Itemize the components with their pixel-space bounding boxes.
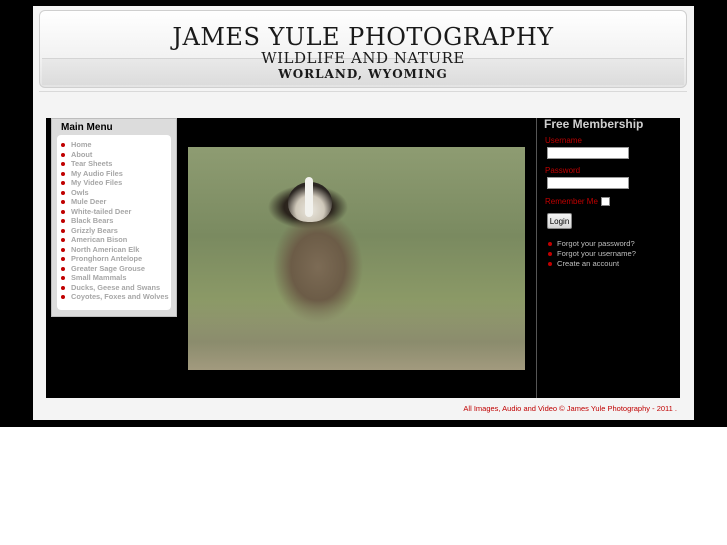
menu-item-label[interactable]: Grizzly Bears [71, 226, 118, 235]
site-location: WORLAND, WYOMING [278, 67, 448, 81]
menu-item-white-tailed-deer[interactable]: White-tailed Deer [57, 207, 169, 217]
menu-item-label[interactable]: My Audio Files [71, 169, 123, 178]
column-divider [536, 118, 537, 398]
bullet-icon [61, 257, 65, 261]
menu-item-tear-sheets[interactable]: Tear Sheets [57, 159, 169, 169]
bullet-icon [61, 295, 65, 299]
bullet-icon [61, 228, 65, 233]
menu-item-mule-deer[interactable]: Mule Deer [57, 197, 169, 207]
login-button[interactable]: Login [547, 213, 572, 229]
bullet-icon [61, 152, 65, 157]
menu-item-about[interactable]: About [57, 150, 169, 160]
bullet-icon [61, 247, 65, 252]
bullet-icon [61, 276, 65, 280]
main-menu-list: Home About Tear Sheets My Audio Files My… [57, 140, 169, 302]
bullet-icon [61, 190, 65, 195]
create-account-link[interactable]: Create an account [544, 259, 636, 269]
main-menu-box: Home About Tear Sheets My Audio Files My… [57, 135, 171, 310]
bullet-icon [548, 252, 552, 256]
menu-item-owls[interactable]: Owls [57, 188, 169, 198]
menu-item-label[interactable]: Coyotes, Foxes and Wolves [71, 292, 169, 301]
menu-item-label[interactable]: American Bison [71, 235, 127, 244]
menu-item-label[interactable]: Mule Deer [71, 197, 106, 206]
menu-item-coyotes-foxes-wolves[interactable]: Coyotes, Foxes and Wolves [57, 292, 169, 302]
bullet-icon [61, 171, 65, 176]
main-content: Main Menu Home About Tear Sheets My Audi… [46, 117, 680, 398]
menu-item-pronghorn-antelope[interactable]: Pronghorn Antelope [57, 254, 169, 264]
bullet-icon [61, 266, 65, 271]
account-links: Forgot your password? Forgot your userna… [544, 239, 636, 269]
badger-stripe [305, 177, 313, 217]
bullet-icon [61, 181, 65, 185]
featured-badger-photo [188, 147, 525, 370]
menu-item-label[interactable]: Small Mammals [71, 273, 126, 282]
photo-grass [188, 300, 525, 370]
membership-panel: Free Membership Username Password Rememb… [544, 117, 678, 398]
menu-item-label[interactable]: Greater Sage Grouse [71, 264, 145, 273]
menu-item-video-files[interactable]: My Video Files [57, 178, 169, 188]
password-label: Password [545, 166, 581, 175]
site-title: JAMES YULE PHOTOGRAPHY [172, 23, 554, 51]
bullet-icon [61, 238, 65, 242]
bullet-icon [61, 285, 65, 290]
menu-item-north-american-elk[interactable]: North American Elk [57, 245, 169, 255]
header-divider [39, 91, 687, 92]
bullet-icon [61, 162, 65, 166]
link-label[interactable]: Forgot your username? [557, 249, 636, 258]
site-header: JAMES YULE PHOTOGRAPHY WILDLIFE AND NATU… [39, 10, 687, 88]
menu-item-grizzly-bears[interactable]: Grizzly Bears [57, 226, 169, 236]
menu-item-label[interactable]: About [71, 150, 92, 159]
menu-item-label[interactable]: Pronghorn Antelope [71, 254, 142, 263]
menu-item-black-bears[interactable]: Black Bears [57, 216, 169, 226]
bullet-icon [548, 262, 552, 266]
menu-item-american-bison[interactable]: American Bison [57, 235, 169, 245]
bullet-icon [61, 219, 65, 223]
username-input[interactable] [547, 147, 629, 159]
link-label[interactable]: Forgot your password? [557, 239, 635, 248]
menu-item-label[interactable]: Home [71, 140, 92, 149]
forgot-username-link[interactable]: Forgot your username? [544, 249, 636, 259]
menu-item-ducks-geese-swans[interactable]: Ducks, Geese and Swans [57, 283, 169, 293]
membership-title: Free Membership [544, 117, 644, 131]
remember-me-checkbox[interactable] [601, 197, 610, 206]
link-label[interactable]: Create an account [557, 259, 619, 268]
menu-item-label[interactable]: Owls [71, 188, 89, 197]
menu-item-audio-files[interactable]: My Audio Files [57, 169, 169, 179]
menu-item-label[interactable]: Black Bears [71, 216, 113, 225]
bullet-icon [61, 209, 65, 214]
remember-me-label: Remember Me [545, 197, 598, 206]
bullet-icon [61, 143, 65, 147]
menu-item-label[interactable]: White-tailed Deer [71, 207, 131, 216]
bullet-icon [61, 200, 65, 204]
menu-item-greater-sage-grouse[interactable]: Greater Sage Grouse [57, 264, 169, 274]
password-input[interactable] [547, 177, 629, 189]
menu-item-label[interactable]: Ducks, Geese and Swans [71, 283, 160, 292]
username-label: Username [545, 136, 582, 145]
site-container: JAMES YULE PHOTOGRAPHY WILDLIFE AND NATU… [33, 6, 694, 420]
menu-item-label[interactable]: My Video Files [71, 178, 122, 187]
main-menu-title: Main Menu [61, 122, 113, 133]
footer-copyright: All Images, Audio and Video © James Yule… [463, 404, 677, 413]
site-subtitle: WILDLIFE AND NATURE [261, 49, 465, 67]
menu-item-label[interactable]: North American Elk [71, 245, 139, 254]
menu-item-label[interactable]: Tear Sheets [71, 159, 112, 168]
bullet-icon [548, 242, 552, 246]
menu-item-home[interactable]: Home [57, 140, 169, 150]
forgot-password-link[interactable]: Forgot your password? [544, 239, 636, 249]
menu-item-small-mammals[interactable]: Small Mammals [57, 273, 169, 283]
main-menu: Main Menu Home About Tear Sheets My Audi… [51, 118, 177, 317]
